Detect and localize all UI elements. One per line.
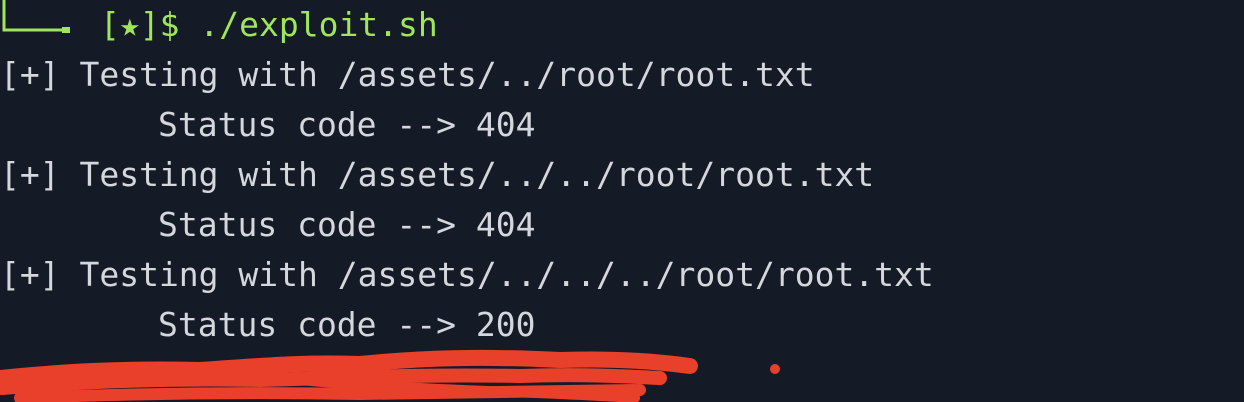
output-line: Status code --> 404 xyxy=(158,105,536,144)
redaction-dot xyxy=(770,364,780,374)
redaction-scribble xyxy=(0,349,698,402)
prompt-command: ./exploit.sh xyxy=(179,5,438,44)
terminal-window[interactable]: [★]$ ./exploit.sh [+] Testing with /asse… xyxy=(0,0,1244,402)
prompt-text: [★]$ ./exploit.sh xyxy=(100,0,438,50)
output-line: Status code --> 404 xyxy=(158,205,536,244)
prompt-line: [★]$ ./exploit.sh xyxy=(0,0,438,50)
prompt-bracket-open: [ xyxy=(100,5,120,44)
output-line: [+] Testing with /assets/../root/root.tx… xyxy=(0,55,815,94)
output-line: [+] Testing with /assets/../../root/root… xyxy=(0,155,875,194)
prompt-connector-icon xyxy=(2,0,70,33)
prompt-star-icon: ★ xyxy=(119,5,140,44)
prompt-bracket-close: ]$ xyxy=(139,5,180,44)
output-line: [+] Testing with /assets/../../../root/r… xyxy=(0,255,934,294)
output-line: Status code --> 200 xyxy=(158,305,536,344)
